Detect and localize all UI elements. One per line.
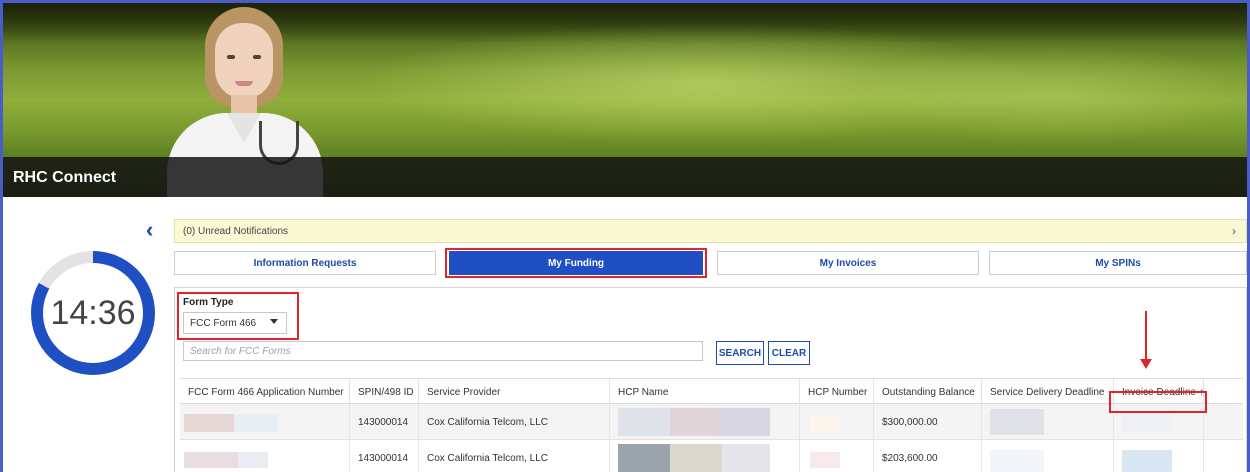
table-row[interactable]: 143000014 Cox California Telcom, LLC $20… — [180, 440, 1243, 472]
cell-service-delivery-deadline — [982, 404, 1114, 440]
tab-my-funding[interactable]: My Funding — [449, 251, 703, 275]
cell-invoice-deadline — [1114, 404, 1204, 440]
cell-hcp-name — [610, 440, 800, 472]
col-invoice-deadline-label: Invoice Deadline — [1122, 386, 1196, 398]
notifications-bar[interactable]: (0) Unread Notifications › — [174, 219, 1247, 243]
header-banner: RHC Connect — [3, 3, 1247, 197]
tab-my-invoices[interactable]: My Invoices — [717, 251, 979, 275]
annotation-arrow — [1145, 311, 1147, 361]
table-header: FCC Form 466 Application Number SPIN/498… — [180, 378, 1243, 405]
cell-service-provider: Cox California Telcom, LLC — [419, 440, 610, 472]
session-timer-value: 14:36 — [50, 293, 136, 332]
cell-invoice-deadline — [1114, 440, 1204, 472]
cell-hcp-name — [610, 404, 800, 440]
col-hcp-name[interactable]: HCP Name — [610, 379, 800, 405]
chevron-left-icon[interactable]: ‹ — [146, 219, 164, 241]
col-application-number[interactable]: FCC Form 466 Application Number — [180, 379, 350, 405]
search-button[interactable]: SEARCH — [716, 341, 764, 365]
app-title: RHC Connect — [13, 169, 117, 186]
session-timer: 14:36 — [31, 251, 155, 375]
cell-service-provider: Cox California Telcom, LLC — [419, 404, 610, 440]
cell-spin-id: 143000014 — [350, 404, 419, 440]
form-type-value: FCC Form 466 — [190, 317, 257, 329]
col-spin-id[interactable]: SPIN/498 ID — [350, 379, 419, 405]
clear-button[interactable]: CLEAR — [768, 341, 810, 365]
cell-hcp-number — [800, 440, 874, 472]
col-invoice-deadline[interactable]: Invoice Deadline ↑ — [1114, 379, 1204, 405]
search-input[interactable] — [183, 341, 703, 361]
col-service-delivery-deadline[interactable]: Service Delivery Deadline — [982, 379, 1114, 405]
cell-application-number — [180, 404, 350, 440]
cell-outstanding-balance: $203,600.00 — [874, 440, 982, 472]
form-type-select[interactable]: FCC Form 466 — [183, 312, 287, 334]
cell-outstanding-balance: $300,000.00 — [874, 404, 982, 440]
notifications-label: (0) Unread Notifications — [183, 225, 289, 237]
col-outstanding-balance[interactable]: Outstanding Balance — [874, 379, 982, 405]
col-hcp-number[interactable]: HCP Number — [800, 379, 874, 405]
chevron-right-icon[interactable]: › — [1232, 224, 1236, 238]
cell-application-number — [180, 440, 350, 472]
title-bar — [3, 157, 1247, 197]
tab-my-spins[interactable]: My SPINs — [989, 251, 1247, 275]
col-service-provider[interactable]: Service Provider — [419, 379, 610, 405]
chevron-down-icon — [270, 319, 278, 324]
app-frame: RHC Connect 14:36 ‹ (0) Unread Notificat… — [0, 0, 1250, 472]
cell-spin-id: 143000014 — [350, 440, 419, 472]
cell-service-delivery-deadline — [982, 440, 1114, 472]
form-type-label: Form Type — [183, 297, 234, 308]
table-row[interactable]: 143000014 Cox California Telcom, LLC $30… — [180, 404, 1243, 440]
annotation-arrow-head — [1140, 359, 1152, 369]
cell-hcp-number — [800, 404, 874, 440]
tab-information-requests[interactable]: Information Requests — [174, 251, 436, 275]
